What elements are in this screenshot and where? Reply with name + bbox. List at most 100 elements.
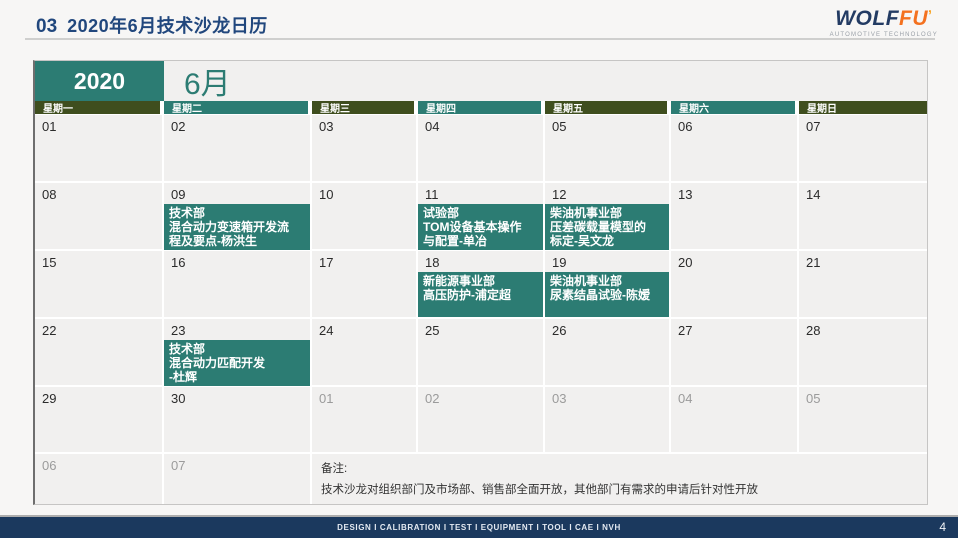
date-number: 04: [418, 115, 543, 134]
logo-fu-text: FU: [899, 7, 928, 30]
date-cell: 26: [545, 319, 671, 387]
date-number: 16: [164, 251, 310, 270]
page-number: 4: [939, 520, 946, 534]
date-cell: 08: [35, 183, 164, 251]
logo-subtitle: AUTOMOTIVE TECHNOLOGY: [830, 32, 938, 38]
date-number: 03: [545, 387, 669, 406]
date-number: 22: [35, 319, 162, 338]
date-number: 06: [671, 115, 797, 134]
date-number: 12: [545, 183, 669, 202]
date-cell: 01: [312, 387, 418, 454]
date-cell: 11 试验部 TOM设备基本操作 与配置-单冶: [418, 183, 545, 251]
date-number: 19: [545, 251, 669, 270]
note-cell: 备注:技术沙龙对组织部门及市场部、销售部全面开放，其他部门有需求的申请后针对性开…: [312, 454, 927, 504]
weekday-chip: 星期二: [164, 101, 312, 115]
note-text: 技术沙龙对组织部门及市场部、销售部全面开放，其他部门有需求的申请后针对性开放: [321, 481, 917, 497]
date-number: 07: [799, 115, 927, 134]
date-number: 01: [35, 115, 162, 134]
weekday-chip: 星期四: [418, 101, 545, 115]
date-number: 17: [312, 251, 416, 270]
event-box: 新能源事业部 高压防护-浦定超: [418, 272, 543, 317]
date-number: 21: [799, 251, 927, 270]
date-cell: 29: [35, 387, 164, 454]
weekday-chip: 星期六: [671, 101, 799, 115]
date-cell: 07: [799, 115, 927, 183]
date-cell: 06: [671, 115, 799, 183]
date-cell: 15: [35, 251, 164, 319]
date-number: 28: [799, 319, 927, 338]
date-number: 15: [35, 251, 162, 270]
date-cell: 05: [545, 115, 671, 183]
page-title: 2020年6月技术沙龙日历: [67, 12, 268, 38]
date-cell: 04: [418, 115, 545, 183]
date-number: 23: [164, 319, 310, 338]
date-cell: 25: [418, 319, 545, 387]
date-cell: 14: [799, 183, 927, 251]
date-number: 25: [418, 319, 543, 338]
date-cell: 09 技术部 混合动力变速箱开发流 程及要点-杨洪生: [164, 183, 312, 251]
date-number: 18: [418, 251, 543, 270]
date-number: 20: [671, 251, 797, 270]
date-cell: 18 新能源事业部 高压防护-浦定超: [418, 251, 545, 319]
weekday-chip: 星期三: [312, 101, 418, 115]
date-number: 01: [312, 387, 416, 406]
date-cell: 04: [671, 387, 799, 454]
date-number: 03: [312, 115, 416, 134]
date-number: 08: [35, 183, 162, 202]
date-cell: 03: [312, 115, 418, 183]
date-number: 02: [164, 115, 310, 134]
date-cell: 24: [312, 319, 418, 387]
date-number: 26: [545, 319, 669, 338]
date-cell: 02: [164, 115, 312, 183]
date-number: 02: [418, 387, 543, 406]
weekday-chip: 星期日: [799, 101, 927, 115]
event-box: 柴油机事业部 压差碳载量模型的 标定-吴文龙: [545, 204, 669, 250]
date-number: 30: [164, 387, 310, 406]
logo-wolf-text: WOLF: [835, 7, 899, 30]
date-cell: 16: [164, 251, 312, 319]
date-cell: 02: [418, 387, 545, 454]
date-number: 11: [418, 183, 543, 202]
date-cell: 10: [312, 183, 418, 251]
slide-number: 03: [36, 16, 57, 38]
date-cell: 13: [671, 183, 799, 251]
weekday-chip: 星期五: [545, 101, 671, 115]
date-number: 27: [671, 319, 797, 338]
date-cell: 06: [35, 454, 164, 504]
date-cell: 27: [671, 319, 799, 387]
date-cell: 05: [799, 387, 927, 454]
footer-bar: DESIGN I CALIBRATION I TEST I EQUIPMENT …: [0, 515, 958, 538]
date-number: 10: [312, 183, 416, 202]
logo-wordmark: WOLFFUʼ: [835, 7, 932, 30]
wolf-fu-logo: WOLFFUʼ AUTOMOTIVE TECHNOLOGY: [830, 8, 938, 38]
date-cell: 01: [35, 115, 164, 183]
year-badge: 2020: [35, 61, 164, 101]
date-cell: 19 柴油机事业部 尿素结晶试验-陈嫒: [545, 251, 671, 319]
date-cell: 30: [164, 387, 312, 454]
date-number: 04: [671, 387, 797, 406]
date-cell: 22: [35, 319, 164, 387]
date-cell: 28: [799, 319, 927, 387]
date-cell: 21: [799, 251, 927, 319]
event-box: 试验部 TOM设备基本操作 与配置-单冶: [418, 204, 543, 250]
date-cell: 12 柴油机事业部 压差碳载量模型的 标定-吴文龙: [545, 183, 671, 251]
date-number: 09: [164, 183, 310, 202]
date-cell: 03: [545, 387, 671, 454]
weekday-chip: 星期一: [35, 101, 164, 115]
date-cell: 07: [164, 454, 312, 504]
date-number: 29: [35, 387, 162, 406]
date-cell: 20: [671, 251, 799, 319]
footer-nav-text: DESIGN I CALIBRATION I TEST I EQUIPMENT …: [0, 517, 958, 538]
date-number: 05: [799, 387, 927, 406]
date-number: 14: [799, 183, 927, 202]
month-label: 6月: [164, 59, 231, 103]
date-number: 13: [671, 183, 797, 202]
date-number: 24: [312, 319, 416, 338]
event-box: 柴油机事业部 尿素结晶试验-陈嫒: [545, 272, 669, 317]
month-header-band: 6月: [164, 61, 927, 101]
date-number: 05: [545, 115, 669, 134]
event-box: 技术部 混合动力变速箱开发流 程及要点-杨洪生: [164, 204, 310, 250]
date-number: 07: [164, 454, 310, 473]
event-box: 技术部 混合动力匹配开发 -杜辉: [164, 340, 310, 386]
title-divider: [25, 38, 935, 40]
